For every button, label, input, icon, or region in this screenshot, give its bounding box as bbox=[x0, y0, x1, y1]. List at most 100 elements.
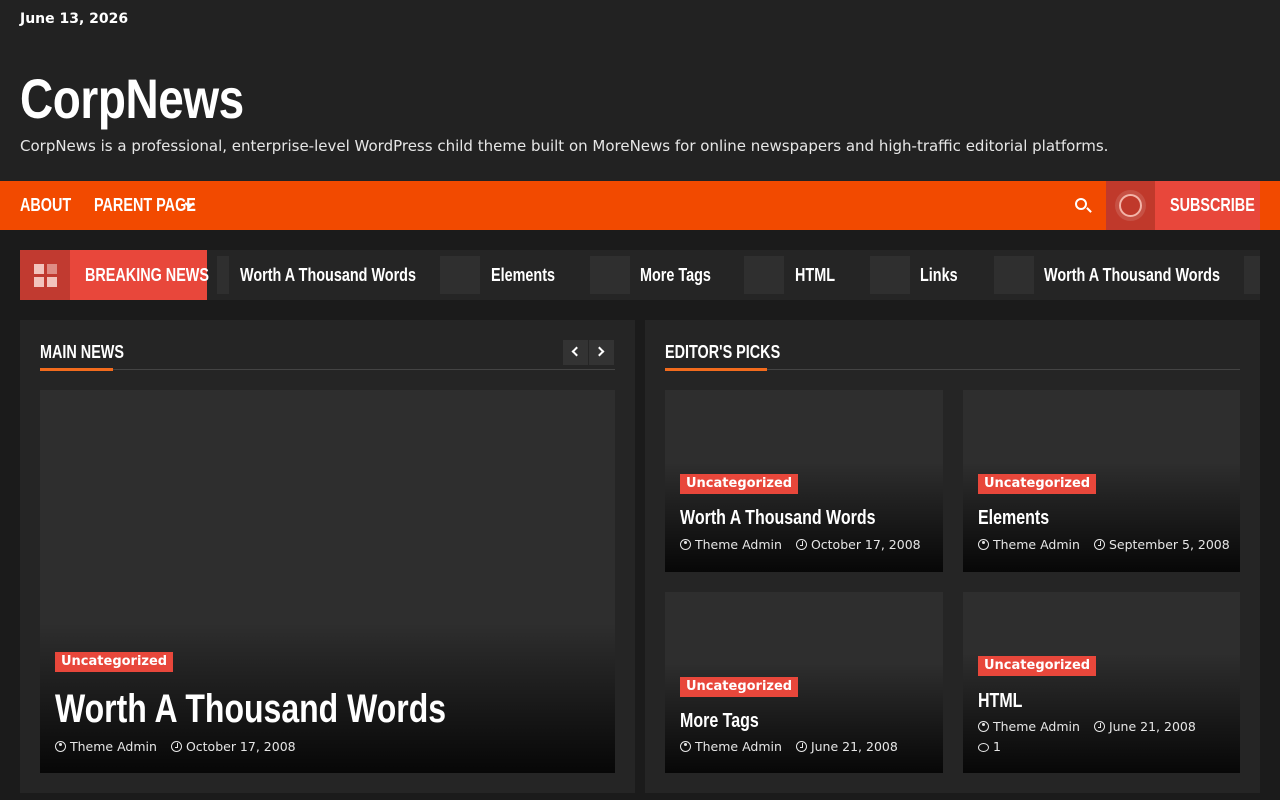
ticker-item-title[interactable]: HTML bbox=[795, 250, 835, 300]
editors-pick-card[interactable]: Uncategorized Worth A Thousand Words The… bbox=[665, 390, 943, 572]
card-title[interactable]: More Tags bbox=[680, 707, 779, 734]
ticker-item-title[interactable]: Elements bbox=[491, 250, 555, 300]
article-meta: Theme Admin September 5, 2008 bbox=[978, 537, 1230, 553]
article-meta: Theme Admin October 17, 2008 bbox=[680, 537, 921, 553]
comment-icon bbox=[978, 743, 989, 752]
article-date[interactable]: October 17, 2008 bbox=[186, 739, 296, 754]
title-accent bbox=[40, 368, 113, 371]
article-date[interactable]: September 5, 2008 bbox=[1109, 537, 1230, 552]
card-title[interactable]: Worth A Thousand Words bbox=[680, 504, 924, 531]
article-meta: Theme Admin October 17, 2008 bbox=[55, 739, 296, 755]
subscribe-button[interactable]: SUBSCRIBE bbox=[1155, 181, 1260, 230]
subscribe-label[interactable]: SUBSCRIBE bbox=[1170, 181, 1255, 230]
ticker-thumb[interactable] bbox=[870, 256, 910, 294]
editors-picks-panel: EDITOR'S PICKS Uncategorized Worth A Tho… bbox=[645, 320, 1260, 793]
card-title-text[interactable]: Worth A Thousand Words bbox=[680, 505, 876, 531]
ticker-item-title[interactable]: Worth A Thousand Words bbox=[1044, 250, 1220, 300]
site-title-text[interactable]: CorpNews bbox=[20, 64, 244, 134]
live-button[interactable] bbox=[1106, 181, 1155, 230]
nav-item-about-label[interactable]: ABOUT bbox=[20, 181, 71, 230]
category-badge[interactable]: Uncategorized bbox=[680, 474, 799, 494]
ticker-item[interactable]: HTML bbox=[795, 250, 845, 300]
clock-icon bbox=[1093, 721, 1105, 732]
article-author[interactable]: Theme Admin bbox=[70, 739, 157, 754]
card-title[interactable]: Elements bbox=[978, 504, 1067, 531]
slider-next-button[interactable] bbox=[589, 340, 614, 365]
clock-icon bbox=[170, 741, 182, 752]
editors-pick-card[interactable]: Uncategorized More Tags Theme Admin June … bbox=[665, 592, 943, 773]
article-author[interactable]: Theme Admin bbox=[993, 719, 1080, 734]
clock-icon bbox=[795, 741, 807, 752]
featured-article-title[interactable]: Worth A Thousand Words bbox=[55, 684, 544, 734]
article-date[interactable]: June 21, 2008 bbox=[811, 739, 898, 754]
article-author[interactable]: Theme Admin bbox=[695, 537, 782, 552]
main-news-title: MAIN NEWS bbox=[40, 342, 145, 363]
article-author[interactable]: Theme Admin bbox=[993, 537, 1080, 552]
site-title[interactable]: CorpNews bbox=[20, 64, 293, 135]
chevron-left-icon bbox=[571, 346, 582, 357]
category-badge[interactable]: Uncategorized bbox=[978, 474, 1097, 494]
article-date[interactable]: June 21, 2008 bbox=[1109, 719, 1196, 734]
ticker-thumb[interactable] bbox=[744, 256, 784, 294]
slider-prev-button[interactable] bbox=[563, 340, 588, 365]
nav-item-parent-page-label[interactable]: PARENT PAGE bbox=[94, 181, 196, 230]
nav-item-parent-page[interactable]: PARENT PAGE bbox=[94, 181, 204, 230]
chevron-right-icon bbox=[594, 346, 605, 357]
title-accent bbox=[665, 368, 767, 371]
card-title-text[interactable]: HTML bbox=[978, 688, 1022, 714]
divider bbox=[40, 369, 615, 370]
search-button[interactable] bbox=[1071, 181, 1095, 230]
comment-count[interactable]: 1 bbox=[978, 739, 1001, 755]
main-news-panel: MAIN NEWS Uncategorized Worth A Thousand… bbox=[20, 320, 635, 793]
category-badge[interactable]: Uncategorized bbox=[680, 677, 799, 697]
ticker-item[interactable]: More Tags bbox=[640, 250, 729, 300]
search-icon-handle bbox=[1086, 207, 1092, 213]
grid-icon bbox=[20, 250, 70, 300]
ticker-item-title[interactable]: Worth A Thousand Words bbox=[240, 250, 416, 300]
article-date[interactable]: October 17, 2008 bbox=[811, 537, 921, 552]
user-icon bbox=[680, 741, 691, 752]
site-header: June 13, 2026 CorpNews CorpNews is a pro… bbox=[0, 0, 1280, 181]
breaking-news-label-box: BREAKING NEWS bbox=[20, 250, 210, 300]
header-date: June 13, 2026 bbox=[20, 11, 129, 27]
breaking-news-ticker: BREAKING NEWS Worth A Thousand Words Ele… bbox=[20, 250, 1260, 300]
ticker-item[interactable]: Elements bbox=[491, 250, 571, 300]
editors-pick-card[interactable]: Uncategorized HTML Theme Admin June 21, 2… bbox=[963, 592, 1240, 773]
site-tagline: CorpNews is a professional, enterprise-l… bbox=[20, 137, 1109, 155]
editors-pick-card[interactable]: Uncategorized Elements Theme Admin Septem… bbox=[963, 390, 1240, 572]
comment-count-value[interactable]: 1 bbox=[993, 739, 1001, 754]
ticker-thumb[interactable] bbox=[994, 256, 1034, 294]
user-icon bbox=[55, 741, 66, 752]
ticker-item[interactable]: Worth A Thousand Words bbox=[240, 250, 460, 300]
clock-icon bbox=[1093, 539, 1105, 550]
featured-article[interactable]: Uncategorized Worth A Thousand Words The… bbox=[40, 390, 615, 773]
ticker-thumb[interactable] bbox=[1244, 256, 1260, 294]
editors-picks-title-text: EDITOR'S PICKS bbox=[665, 342, 781, 362]
card-title-text[interactable]: Elements bbox=[978, 505, 1049, 531]
ticker-item-title[interactable]: More Tags bbox=[640, 250, 711, 300]
live-circle-icon bbox=[1119, 194, 1142, 217]
ticker-thumb[interactable] bbox=[217, 256, 229, 294]
ticker-thumb[interactable] bbox=[440, 256, 480, 294]
category-badge[interactable]: Uncategorized bbox=[978, 656, 1097, 676]
editors-picks-title: EDITOR'S PICKS bbox=[665, 342, 809, 363]
user-icon bbox=[680, 539, 691, 550]
main-news-title-text: MAIN NEWS bbox=[40, 342, 124, 362]
clock-icon bbox=[795, 539, 807, 550]
user-icon bbox=[978, 539, 989, 550]
ticker-thumb[interactable] bbox=[590, 256, 630, 294]
ticker-item[interactable]: Worth A Thousand Words bbox=[1044, 250, 1260, 300]
featured-article-title-text[interactable]: Worth A Thousand Words bbox=[55, 684, 446, 734]
category-badge[interactable]: Uncategorized bbox=[55, 652, 174, 672]
ticker-item-title[interactable]: Links bbox=[920, 250, 958, 300]
user-icon bbox=[978, 721, 989, 732]
ticker-item[interactable]: Links bbox=[920, 250, 967, 300]
main-nav: ABOUT PARENT PAGE SUBSCRIBE bbox=[0, 181, 1280, 230]
article-meta: Theme Admin June 21, 2008 bbox=[978, 719, 1196, 735]
article-author[interactable]: Theme Admin bbox=[695, 739, 782, 754]
card-title-text[interactable]: More Tags bbox=[680, 708, 759, 734]
nav-item-about[interactable]: ABOUT bbox=[20, 181, 84, 230]
breaking-news-label-text: BREAKING NEWS bbox=[85, 265, 210, 285]
article-meta: Theme Admin June 21, 2008 bbox=[680, 739, 898, 755]
card-title[interactable]: HTML bbox=[978, 687, 1034, 714]
